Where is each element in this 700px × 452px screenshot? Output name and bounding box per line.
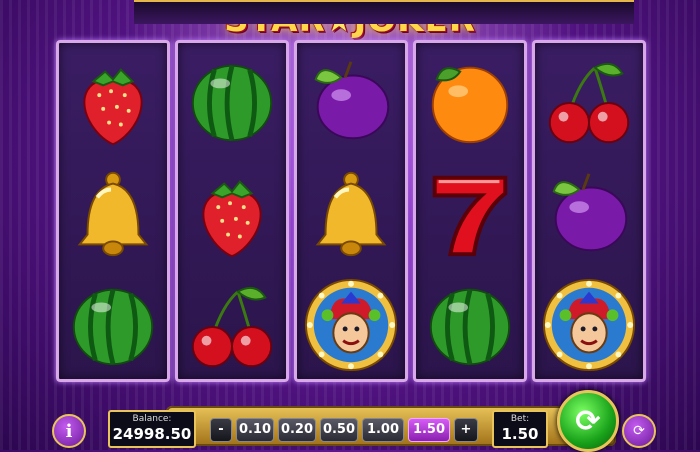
bet-label: Bet: xyxy=(510,414,530,424)
spin-icon: ⟳ xyxy=(575,403,601,439)
bet-increase-button[interactable]: + xyxy=(454,418,478,442)
reel-2 xyxy=(175,40,289,382)
watermelon-icon xyxy=(429,288,511,366)
control-bar: i Balance: 24998.50 - 0.10 0.20 0.50 1.0… xyxy=(40,384,662,452)
symbol-watermelon xyxy=(178,45,286,157)
bell-icon xyxy=(315,171,387,257)
symbol-plum xyxy=(535,157,643,269)
bet-display: Bet: 1.50 xyxy=(492,410,548,448)
orange-icon xyxy=(431,66,509,144)
symbol-joker xyxy=(297,269,405,381)
cherries-icon xyxy=(548,62,630,144)
plum-icon xyxy=(314,61,390,140)
joker-icon xyxy=(304,278,398,372)
watermelon-icon xyxy=(72,288,154,366)
symbol-cherries xyxy=(535,45,643,157)
strawberry-icon xyxy=(202,180,262,258)
plum-icon xyxy=(552,173,628,252)
symbol-strawberry xyxy=(59,45,167,157)
balance-display: Balance: 24998.50 xyxy=(108,410,196,448)
watermelon-icon xyxy=(191,64,273,142)
autoplay-button[interactable]: ⟳ xyxy=(622,414,656,448)
bet-decrease-button[interactable]: - xyxy=(210,418,232,442)
balance-value: 24998.50 xyxy=(112,425,192,443)
symbol-plum xyxy=(297,45,405,157)
symbol-bell xyxy=(297,157,405,269)
info-button[interactable]: i xyxy=(52,414,86,448)
joker-icon xyxy=(542,278,636,372)
symbol-strawberry xyxy=(178,157,286,269)
win-line-strip xyxy=(134,0,634,24)
symbol-seven xyxy=(416,157,524,269)
symbol-orange xyxy=(416,45,524,157)
reel-5 xyxy=(532,40,646,382)
bet-option-0-20[interactable]: 0.20 xyxy=(278,418,316,442)
seven-icon xyxy=(432,175,508,257)
bet-value: 1.50 xyxy=(501,425,539,443)
bet-option-0-50[interactable]: 0.50 xyxy=(320,418,358,442)
bell-icon xyxy=(77,171,149,257)
spin-button[interactable]: ⟳ xyxy=(557,390,619,452)
bet-option-0-10[interactable]: 0.10 xyxy=(236,418,274,442)
reel-3 xyxy=(294,40,408,382)
reel-1 xyxy=(56,40,170,382)
symbol-cherries xyxy=(178,269,286,381)
autoplay-icon: ⟳ xyxy=(633,423,645,439)
bet-option-1-50[interactable]: 1.50 xyxy=(408,418,450,442)
symbol-bell xyxy=(59,157,167,269)
symbol-joker xyxy=(535,269,643,381)
symbol-watermelon xyxy=(59,269,167,381)
cherries-icon xyxy=(191,286,273,368)
balance-label: Balance: xyxy=(132,414,172,424)
reels-area xyxy=(56,40,648,382)
strawberry-icon xyxy=(83,68,143,146)
bet-option-1-00[interactable]: 1.00 xyxy=(362,418,404,442)
symbol-watermelon xyxy=(416,269,524,381)
reel-4 xyxy=(413,40,527,382)
